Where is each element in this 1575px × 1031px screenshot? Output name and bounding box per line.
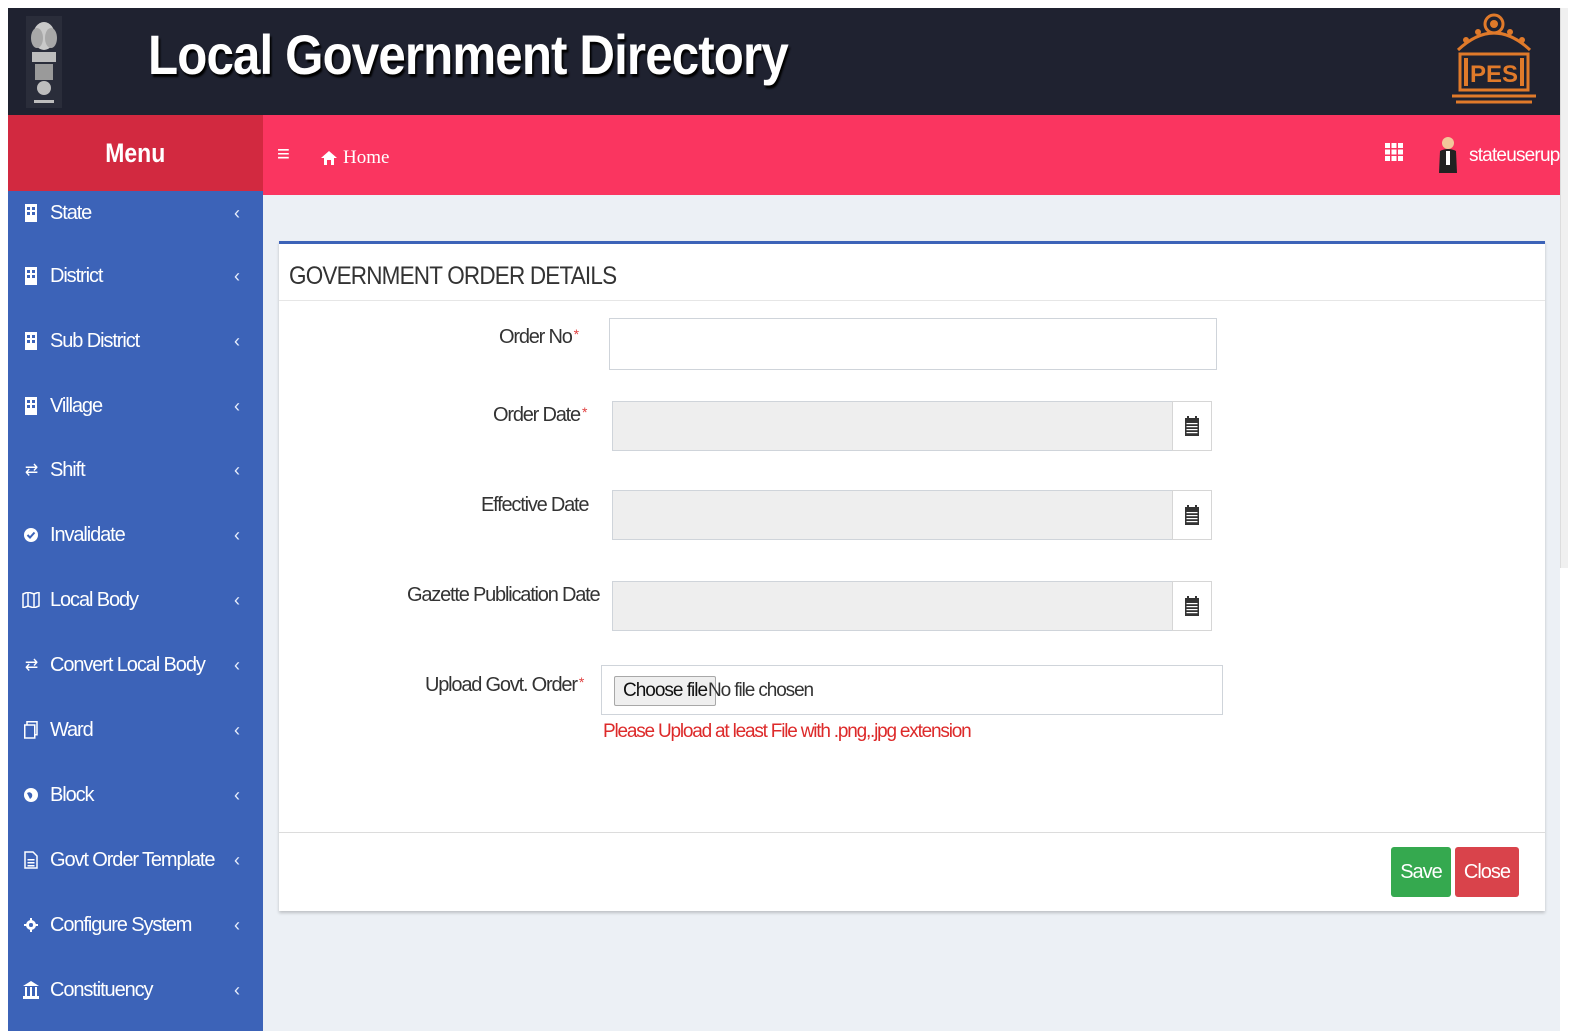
building-icon	[22, 203, 40, 223]
chevron-left-icon: ‹	[234, 524, 240, 545]
app-title: Local Government Directory	[148, 23, 789, 86]
sidebar-item-label: Shift	[50, 458, 86, 481]
sidebar-item-ward[interactable]: Ward ‹	[8, 708, 263, 752]
sidebar-item-constituency[interactable]: Constituency ‹	[8, 968, 263, 1012]
chevron-left-icon: ‹	[234, 784, 240, 805]
national-emblem-icon	[26, 16, 62, 108]
divider	[279, 300, 1545, 301]
institution-icon	[22, 980, 40, 1000]
save-button[interactable]: Save	[1391, 847, 1451, 897]
chevron-left-icon: ‹	[234, 719, 240, 740]
chevron-left-icon: ‹	[234, 395, 240, 416]
calendar-icon	[1185, 505, 1199, 525]
panel-title: GOVERNMENT ORDER DETAILS	[289, 262, 617, 290]
chevron-left-icon: ‹	[234, 459, 240, 480]
sidebar-item-label: Sub District	[50, 329, 140, 352]
sidebar-item-label: Local Body	[50, 588, 139, 611]
globe-icon	[22, 785, 40, 805]
effective-date-label: Effective Date	[481, 494, 590, 516]
top-header: Local Government Directory PES	[8, 8, 1560, 115]
order-date-calendar-button[interactable]	[1172, 401, 1212, 451]
no-file-text: No file chosen	[708, 680, 814, 701]
sidebar-item-village[interactable]: Village ‹	[8, 384, 263, 428]
map-icon	[22, 590, 40, 610]
sidebar-item-label: Convert Local Body	[50, 653, 206, 676]
exchange-icon: ⇄	[24, 657, 38, 674]
chevron-left-icon: ‹	[234, 979, 240, 1000]
username-label[interactable]: stateuserup	[1469, 145, 1560, 167]
home-icon	[321, 151, 337, 165]
sidebar-item-district[interactable]: District ‹	[8, 254, 263, 298]
top-navbar: ≡ Home stateuserup	[263, 115, 1560, 195]
upload-order-field[interactable]: Choose file No file chosen	[601, 665, 1223, 715]
building-icon	[22, 396, 40, 416]
home-link[interactable]: Home	[321, 147, 389, 169]
app-frame: Local Government Directory PES Menu ≡ Ho…	[8, 8, 1560, 1031]
upload-help-text: Please Upload at least File with .png,.j…	[603, 721, 972, 742]
calendar-icon	[1185, 596, 1199, 616]
divider	[279, 832, 1545, 833]
required-mark: *	[573, 326, 580, 342]
order-date-label: Order Date *	[493, 404, 588, 426]
check-circle-icon	[22, 525, 40, 545]
home-label: Home	[343, 147, 390, 168]
required-mark: *	[578, 674, 585, 690]
sidebar-item-convert-local-body[interactable]: ⇄ Convert Local Body ‹	[8, 643, 263, 687]
chevron-left-icon: ‹	[234, 654, 240, 675]
calendar-icon	[1185, 416, 1199, 436]
sidebar-item-shift[interactable]: ⇄ Shift ‹	[8, 448, 263, 492]
pes-logo-text: PES	[1470, 61, 1518, 88]
order-details-panel: GOVERNMENT ORDER DETAILS Order No * Order…	[279, 241, 1545, 911]
choose-file-button[interactable]: Choose file	[614, 676, 717, 706]
chevron-left-icon: ‹	[234, 849, 240, 870]
sidebar-item-label: Invalidate	[50, 523, 126, 546]
chevron-left-icon: ‹	[234, 202, 240, 223]
gazette-date-input[interactable]	[612, 581, 1173, 631]
page-scrollbar[interactable]	[1560, 8, 1568, 568]
order-no-label: Order No *	[499, 326, 580, 348]
building-icon	[22, 266, 40, 286]
required-mark: *	[581, 404, 588, 420]
exchange-icon: ⇄	[24, 462, 38, 479]
apps-grid-icon[interactable]	[1383, 141, 1405, 163]
menu-title: Menu	[105, 137, 166, 168]
chevron-left-icon: ‹	[234, 265, 240, 286]
effective-date-input[interactable]	[612, 490, 1173, 540]
gazette-date-calendar-button[interactable]	[1172, 581, 1212, 631]
menu-toggle-icon[interactable]: ≡	[277, 143, 290, 165]
close-button[interactable]: Close	[1455, 847, 1519, 897]
sidebar-item-configure-system[interactable]: Configure System ‹	[8, 903, 263, 947]
menu-header: Menu	[8, 115, 263, 191]
sidebar: State ‹ District ‹ Sub District ‹ Villag…	[8, 191, 263, 1031]
sidebar-item-invalidate[interactable]: Invalidate ‹	[8, 513, 263, 557]
sidebar-item-govt-order-template[interactable]: Govt Order Template ‹	[8, 838, 263, 882]
order-no-input[interactable]	[609, 318, 1217, 370]
sidebar-item-state[interactable]: State ‹	[8, 191, 263, 235]
sidebar-item-label: District	[50, 264, 103, 287]
copy-icon	[22, 720, 40, 740]
user-avatar-icon[interactable]	[1435, 135, 1461, 175]
sidebar-item-label: Configure System	[50, 913, 192, 936]
upload-order-label: Upload Govt. Order *	[425, 674, 585, 696]
chevron-left-icon: ‹	[234, 330, 240, 351]
sidebar-item-label: Block	[50, 783, 95, 806]
sidebar-item-label: State	[50, 201, 92, 224]
main-content: GOVERNMENT ORDER DETAILS Order No * Order…	[263, 195, 1560, 1031]
pes-logo-icon: PES	[1452, 13, 1536, 104]
chevron-left-icon: ‹	[234, 589, 240, 610]
order-date-input[interactable]	[612, 401, 1173, 451]
sidebar-item-label: Govt Order Template	[50, 848, 215, 871]
sidebar-item-label: Ward	[50, 718, 94, 741]
building-icon	[22, 331, 40, 351]
chevron-left-icon: ‹	[234, 914, 240, 935]
sidebar-item-label: Constituency	[50, 978, 154, 1001]
gazette-date-label: Gazette Publication Date	[407, 584, 601, 606]
sidebar-item-block[interactable]: Block ‹	[8, 773, 263, 817]
file-icon	[22, 850, 40, 870]
sidebar-item-label: Village	[50, 394, 103, 417]
sidebar-item-local-body[interactable]: Local Body ‹	[8, 578, 263, 622]
cog-icon	[22, 915, 40, 935]
sidebar-item-sub-district[interactable]: Sub District ‹	[8, 319, 263, 363]
effective-date-calendar-button[interactable]	[1172, 490, 1212, 540]
